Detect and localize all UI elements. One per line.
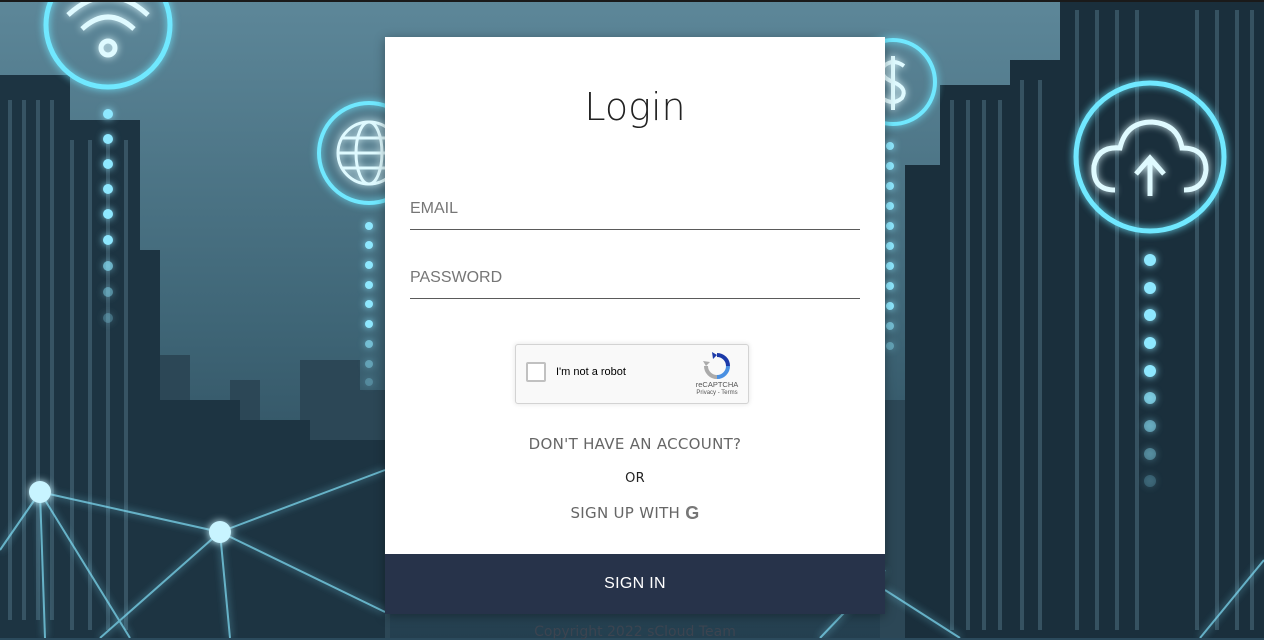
- recaptcha-brand: reCAPTCHA: [695, 380, 739, 389]
- google-icon: G: [685, 503, 700, 523]
- page-title: Login: [584, 85, 686, 129]
- recaptcha-label: I'm not a robot: [556, 366, 626, 378]
- email-field[interactable]: [410, 189, 860, 230]
- recaptcha-checkbox[interactable]: [526, 362, 546, 382]
- recaptcha-links[interactable]: Privacy - Terms: [686, 390, 748, 396]
- recaptcha-widget: I'm not a robot reCAPTCHA Privacy - Term…: [515, 344, 749, 404]
- no-account-link[interactable]: DON'T HAVE AN ACCOUNT?: [385, 435, 885, 453]
- signup-google-link[interactable]: SIGN UP WITH G: [385, 503, 885, 524]
- signup-label: SIGN UP WITH: [570, 504, 681, 522]
- login-card: Login I'm not a robot reCAPTCHA Privacy …: [385, 37, 885, 614]
- recaptcha-logo-icon: [703, 352, 730, 379]
- sign-in-button[interactable]: SIGN IN: [385, 554, 885, 614]
- or-divider: OR: [625, 471, 645, 486]
- password-field[interactable]: [410, 258, 860, 299]
- top-border: [0, 0, 1264, 2]
